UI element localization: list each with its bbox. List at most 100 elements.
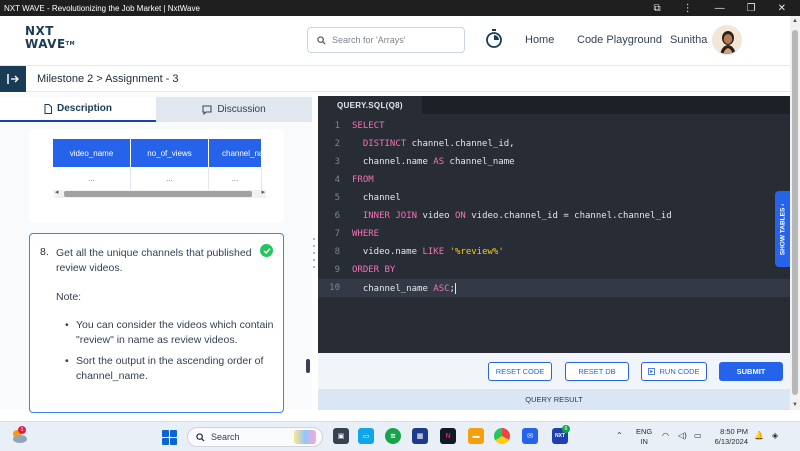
chrome-icon[interactable] xyxy=(494,428,510,444)
volume-icon[interactable]: ◁) xyxy=(678,431,687,440)
code-line[interactable]: 9 ORDER BY xyxy=(318,261,790,279)
page-scrollbar-thumb[interactable] xyxy=(792,30,798,395)
reset-db-button[interactable]: RESET DB xyxy=(565,362,629,381)
completed-check-icon xyxy=(260,244,273,257)
copilot-icon[interactable]: ◈ xyxy=(772,431,778,440)
lang-line2: IN xyxy=(640,437,648,446)
table-cell: ... xyxy=(209,167,262,191)
nav-code-playground-link[interactable]: Code Playground xyxy=(577,34,662,46)
page-scrollbar[interactable]: ▲ ▼ xyxy=(790,16,800,410)
tab-discussion-label: Discussion xyxy=(217,104,266,115)
code-line[interactable]: 2 DISTINCT channel.channel_id, xyxy=(318,135,790,153)
breadcrumb: Milestone 2 > Assignment - 3 xyxy=(37,72,179,85)
task-view-icon[interactable]: ▣ xyxy=(333,428,349,444)
play-icon xyxy=(648,368,656,375)
sample-table-card: video_name ... no_of_views ... channel_n… xyxy=(29,129,284,223)
clock[interactable]: 8:50 PM 6/13/2024 xyxy=(712,427,748,447)
scroll-down-icon[interactable]: ▼ xyxy=(792,402,798,408)
desktop-app-icon[interactable]: ▭ xyxy=(358,428,374,444)
scrollbar-thumb[interactable] xyxy=(64,191,252,197)
code-line[interactable]: 7 WHERE xyxy=(318,225,790,243)
user-name[interactable]: Sunitha xyxy=(670,34,707,46)
start-button[interactable] xyxy=(162,430,177,445)
code-line[interactable]: 6 INNER JOIN video ON video.channel_id =… xyxy=(318,207,790,225)
table-header-cell: channel_na xyxy=(209,139,262,167)
tab-description[interactable]: Description xyxy=(0,97,156,122)
taskbar-search-label: Search xyxy=(211,432,240,442)
show-tables-button[interactable]: SHOW TABLES ‹ xyxy=(775,191,790,267)
search-icon xyxy=(196,432,205,442)
editor-tabs: QUERY.SQL(Q8) xyxy=(318,96,790,114)
code-line[interactable]: 8 video.name LIKE '%review%' xyxy=(318,243,790,261)
code-line[interactable]: 3 channel.name AS channel_name xyxy=(318,153,790,171)
tray-expand-icon[interactable]: ⌃ xyxy=(616,431,623,440)
scroll-left-icon[interactable]: ◂ xyxy=(55,188,59,196)
search-highlight-icon xyxy=(293,430,316,444)
search-icon xyxy=(317,35,326,45)
note-list: You can consider the videos which contai… xyxy=(65,318,276,390)
notifications-icon[interactable]: 🔔 xyxy=(754,431,764,440)
logo-tm: TM xyxy=(65,41,76,47)
code-line[interactable]: 4 FROM xyxy=(318,171,790,189)
restore-icon[interactable]: ❐ xyxy=(747,3,756,14)
milestone-bar: Milestone 2 > Assignment - 3 xyxy=(0,65,790,92)
chat-icon xyxy=(202,105,212,115)
wifi-icon[interactable]: ◠ xyxy=(662,431,669,440)
run-code-label: RUN CODE xyxy=(659,367,700,376)
table-horizontal-scrollbar[interactable]: ◂ ▸ xyxy=(54,188,266,198)
tab-query-sql[interactable]: QUERY.SQL(Q8) xyxy=(318,96,422,114)
reset-code-button[interactable]: RESET CODE xyxy=(488,362,552,381)
table-header-cell: video_name xyxy=(53,139,131,167)
minimize-icon[interactable]: — xyxy=(715,3,725,14)
window-titlebar: NXT WAVE - Revolutionizing the Job Marke… xyxy=(0,0,800,16)
more-options-icon[interactable]: ⋮ xyxy=(683,3,693,14)
sidebar-toggle-button[interactable] xyxy=(0,65,26,92)
clock-date: 6/13/2024 xyxy=(714,437,748,446)
scroll-up-icon[interactable]: ▲ xyxy=(792,18,798,24)
extensions-icon[interactable]: ⧉ xyxy=(654,3,661,14)
table-column: no_of_views ... xyxy=(131,139,209,191)
code-line-active[interactable]: 10 channel_name ASC; xyxy=(318,279,790,297)
netflix-icon[interactable]: N xyxy=(440,428,456,444)
tab-description-label: Description xyxy=(56,103,112,114)
close-icon[interactable]: ✕ xyxy=(778,3,786,14)
nav-home-link[interactable]: Home xyxy=(525,34,554,46)
logo-line2: WAVE xyxy=(25,37,66,51)
table-header-cell: no_of_views xyxy=(131,139,209,167)
taskbar-search[interactable]: Search xyxy=(187,427,323,447)
app-header: NXT WAVETM Search for 'Arrays' Home Code… xyxy=(0,16,790,66)
expand-sidebar-icon xyxy=(7,73,19,84)
query-result-bar[interactable]: QUERY RESULT xyxy=(318,389,790,410)
submit-button[interactable]: SUBMIT xyxy=(719,362,783,381)
panel-tabs: Description Discussion xyxy=(0,97,312,122)
list-item: Sort the output in the ascending order o… xyxy=(65,354,276,384)
nxtwave-logo[interactable]: NXT WAVETM xyxy=(25,25,77,59)
panel-resize-handle[interactable] xyxy=(312,238,316,268)
language-indicator[interactable]: ENG IN xyxy=(636,427,652,447)
avatar[interactable] xyxy=(712,25,742,55)
scroll-right-icon[interactable]: ▸ xyxy=(261,188,265,196)
nxtwave-badge: 6 xyxy=(562,425,570,433)
search-placeholder: Search for 'Arrays' xyxy=(332,35,406,45)
notification-badge: 1 xyxy=(18,426,26,434)
battery-icon[interactable]: ▭ xyxy=(694,431,702,440)
stopwatch-icon[interactable] xyxy=(485,29,503,49)
calendar-app-icon[interactable]: ▦ xyxy=(412,428,428,444)
note-label: Note: xyxy=(56,291,82,303)
run-code-button[interactable]: RUN CODE xyxy=(641,362,707,381)
table-column: channel_na ... xyxy=(209,139,262,191)
spotify-icon[interactable]: ≋ xyxy=(385,428,401,444)
search-input[interactable]: Search for 'Arrays' xyxy=(307,27,465,53)
lang-line1: ENG xyxy=(636,427,653,436)
action-bar: RESET CODE RESET DB RUN CODE SUBMIT xyxy=(318,353,790,389)
code-line[interactable]: 1 SELECT xyxy=(318,117,790,135)
code-editor[interactable]: QUERY.SQL(Q8) 1 SELECT 2 DISTINCT channel… xyxy=(318,96,790,353)
file-explorer-icon[interactable]: ▬ xyxy=(468,428,484,444)
panel-scrollbar-thumb[interactable] xyxy=(306,359,310,373)
tab-discussion[interactable]: Discussion xyxy=(156,97,312,122)
code-line[interactable]: 5 channel xyxy=(318,189,790,207)
mail-icon[interactable]: ✉ xyxy=(522,428,538,444)
clock-time: 8:50 PM xyxy=(720,427,748,436)
question-text: Get all the unique channels that publish… xyxy=(56,247,252,274)
text-cursor xyxy=(454,282,456,294)
